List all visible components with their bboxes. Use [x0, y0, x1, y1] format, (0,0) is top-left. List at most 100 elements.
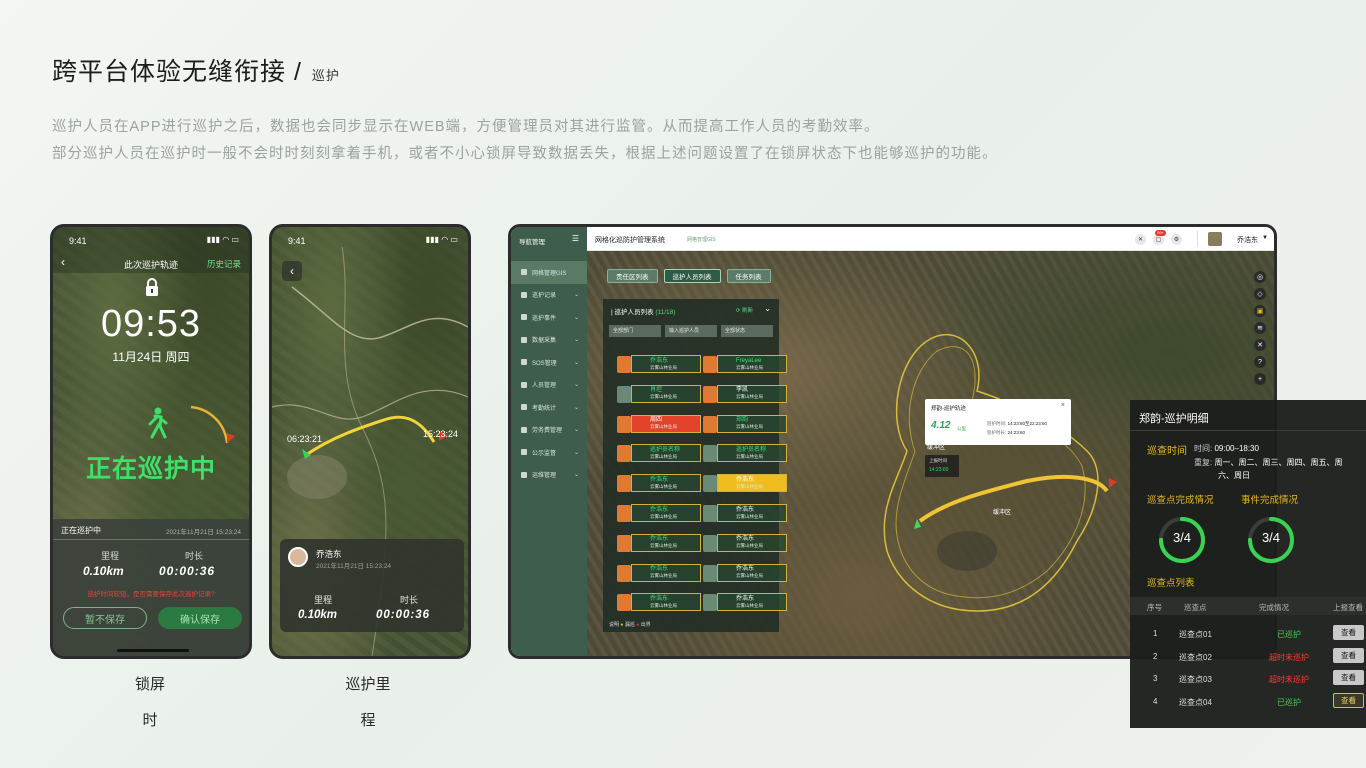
patroller-card[interactable]: 周四 云雾山林业局 — [617, 414, 701, 433]
view-button[interactable]: 查看 — [1333, 670, 1364, 685]
patroller-card[interactable]: FreyaLee 云雾山林业局 — [703, 355, 787, 373]
patroller-name: 乔浩东 — [650, 595, 669, 602]
patroller-avatar — [617, 356, 631, 373]
no-save-button[interactable]: 暂不保存 — [63, 607, 147, 629]
sidebar-item[interactable]: 巡护记录 ⌄ — [511, 284, 587, 307]
row-point: 巡查点01 — [1179, 630, 1212, 639]
sidebar: 导航管理 ☰ 网格管理GIS 巡护记录 ⌄ 巡护事件 ⌄ 数据采集 ⌄ SOS管理 ⌄ 人员管理 ⌄… — [511, 227, 587, 656]
sidebar-item[interactable]: 运维管理 ⌄ — [511, 464, 587, 487]
zoom-in-icon[interactable]: + — [1254, 373, 1266, 385]
locate-icon[interactable]: ◎ — [1254, 271, 1266, 283]
tab-patrollers[interactable]: 巡护人员列表 — [663, 269, 721, 283]
chevron-down-icon: ⌄ — [573, 359, 579, 366]
patroller-card[interactable]: 乔浩东 云雾山林业局 — [703, 474, 787, 493]
tab-tasks[interactable]: 任务列表 — [726, 269, 771, 283]
sidebar-item[interactable]: SOS管理 ⌄ — [511, 351, 587, 374]
row-status: 已巡护 — [1277, 697, 1301, 707]
patroller-org: 云雾山林业局 — [736, 513, 763, 519]
patroller-card[interactable]: 乔浩东 云雾山林业局 — [617, 474, 701, 493]
user-avatar[interactable] — [1208, 232, 1222, 246]
chevron-down-icon: ⌄ — [573, 382, 579, 389]
patrol-panel: 正在巡护中 2021年11月21日 15:23:24 里程 时长 0.10km … — [53, 519, 249, 656]
row-point: 巡查点03 — [1179, 675, 1212, 684]
sidebar-item[interactable]: 数据采集 ⌄ — [511, 329, 587, 352]
menu-icon — [521, 426, 527, 433]
sidebar-item-label: 数据采集 — [532, 338, 557, 345]
duration-value-2: 00:00:36 — [376, 609, 431, 621]
breadcrumb[interactable]: 网格管理GIS — [687, 236, 716, 243]
status-icons-2: ▮▮▮ ◠ ▭ — [425, 235, 458, 244]
measure-icon[interactable]: ◇ — [1254, 288, 1266, 300]
patroller-card[interactable]: 乔浩东 云雾山林业局 — [617, 563, 701, 582]
patroller-avatar — [703, 415, 717, 433]
row-point: 巡查点02 — [1179, 652, 1212, 662]
sidebar-item-label: 考勤统计 — [532, 405, 557, 412]
menu-icon — [521, 314, 527, 321]
menu-toggle-icon[interactable]: ☰ — [572, 234, 579, 243]
patroller-org: 云雾山林业局 — [736, 573, 763, 579]
track-popup-close-icon[interactable]: × — [1061, 402, 1065, 409]
help-icon[interactable]: ? — [1254, 356, 1266, 368]
patroller-name: 乔浩东 — [736, 476, 755, 483]
confirm-save-button[interactable]: 确认保存 — [158, 607, 242, 629]
patroller-card[interactable]: 乔浩东 云雾山林业局 — [617, 504, 701, 522]
chevron-down-icon: ⌄ — [573, 292, 579, 299]
sidebar-item-label: 人员管理 — [532, 383, 557, 390]
sidebar-item[interactable]: 劳务费管理 ⌄ — [511, 419, 587, 442]
sidebar-item[interactable]: 公示监督 ⌄ — [511, 441, 587, 464]
menu-icon — [521, 471, 527, 478]
caption-lockscreen: 锁屏时 — [134, 676, 165, 729]
back-button[interactable]: ‹ — [282, 261, 302, 281]
description-line-2: 部分巡护人员在巡护时一般不会时时刻刻拿着手机，或者不小心锁屏导致数据丢失，根据上… — [52, 146, 998, 162]
menu-icon — [521, 404, 527, 411]
patroller-card[interactable]: 乔浩东 云雾山林业局 — [617, 593, 701, 612]
sidebar-item[interactable]: 人员管理 ⌄ — [511, 374, 587, 397]
sidebar-item[interactable]: 网格管理GIS — [511, 261, 587, 284]
map-toolbar: ◎ ◇ ▣ ≋ ✕ ? + — [1254, 271, 1266, 385]
history-link[interactable]: 历史记录 — [207, 258, 241, 270]
patroller-card[interactable]: 乔浩东 云雾山林业局 — [617, 355, 701, 373]
user-dropdown-icon[interactable]: ▼ — [1262, 235, 1268, 241]
close-icon[interactable]: ✕ — [1135, 234, 1146, 245]
patroller-card[interactable]: 乔浩东 云雾山林业局 — [703, 504, 787, 522]
top-bar: 网格化巡防护管理系统 网格管理GIS ✕ ▢ 99+ ⚙ 乔浩东 ▼ — [587, 227, 1274, 251]
row-status: 超时未巡护 — [1269, 675, 1309, 684]
status-time-2: 9:41 — [288, 236, 306, 246]
patroller-card[interactable]: 乔浩东 云雾山林业局 — [617, 533, 701, 552]
tools-icon[interactable]: ✕ — [1254, 339, 1266, 351]
sidebar-item[interactable]: 巡护事件 ⌄ — [511, 306, 587, 329]
view-button[interactable]: 查看 — [1333, 692, 1364, 708]
patroller-avatar — [703, 475, 717, 493]
sidebar-item[interactable]: 考勤统计 ⌄ — [511, 396, 587, 419]
duration-label-2: 时长 — [400, 595, 419, 605]
panel-date: 2021年11月21日 15:23:24 — [165, 529, 241, 536]
user-name-web[interactable]: 乔浩东 — [1237, 235, 1258, 245]
patroller-card[interactable]: 巡护员名称 云雾山林业局 — [617, 444, 701, 463]
tab-zones[interactable]: 责任区列表 — [607, 269, 658, 283]
map-label-buffer-1: 缓冲区 — [927, 445, 946, 451]
menu-icon — [521, 336, 527, 343]
patroller-card[interactable]: 乔浩东 云雾山林业局 — [703, 593, 787, 612]
sidebar-item-label: 劳务费管理 — [532, 428, 563, 435]
frame-icon[interactable]: ▣ — [1254, 305, 1266, 317]
settings-icon[interactable]: ⚙ — [1171, 234, 1182, 245]
patroller-card[interactable]: 肖坦 云雾山林业局 — [617, 384, 701, 403]
patroller-org: 云雾山林业局 — [650, 513, 677, 519]
phone-patrol-map: 9:41 ▮▮▮ ◠ ▭ ‹ 06:23:21 15:23:24 乔浩东 202… — [269, 224, 471, 659]
patrol-detail-panel: 郑韵-巡护明细 巡查时间 时间: 09:00–18:30 重复: 周一、周二、周… — [1130, 400, 1366, 728]
patroller-name: 乔浩东 — [736, 595, 755, 602]
patroller-card[interactable]: 乔浩东 云雾山林业局 — [703, 563, 787, 582]
patroller-card[interactable]: 郑韵 云雾山林业局 — [703, 414, 787, 433]
row-no: 3 — [1153, 674, 1158, 683]
report-time: 14:23:60 — [929, 467, 949, 473]
layers-icon[interactable]: ≋ — [1254, 322, 1266, 334]
patroller-card[interactable]: 巡护员名称 云雾山林业局 — [703, 444, 787, 463]
view-button[interactable]: 查看 — [1333, 625, 1364, 640]
patroller-name: 乔浩东 — [650, 357, 669, 364]
status-icons: ▮▮▮ ◠ ▭ — [206, 235, 239, 244]
view-button[interactable]: 查看 — [1333, 647, 1364, 663]
table-row: 1 巡查点01 已巡护 查看 — [1130, 624, 1366, 644]
patroller-card[interactable]: 乔浩东 云雾山林业局 — [703, 533, 787, 552]
patroller-card[interactable]: 李凯 云雾山林业局 — [703, 384, 787, 403]
message-badge: 99+ — [1155, 230, 1166, 236]
